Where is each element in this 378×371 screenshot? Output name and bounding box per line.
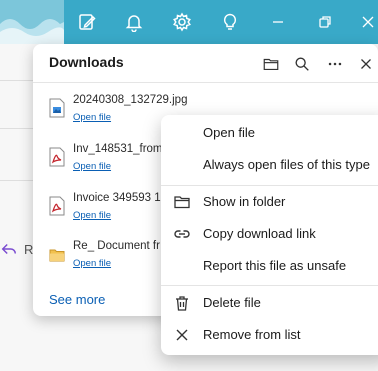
open-file-link[interactable]: Open file [73,258,111,269]
download-filename: Inv_148531_from [73,143,163,155]
menu-item-label: Report this file as unsafe [203,258,347,273]
minimize-icon[interactable] [266,10,290,34]
menu-item-report-unsafe[interactable]: Report this file as unsafe [161,252,378,280]
divider [161,285,378,286]
menu-item-label: Copy download link [203,226,316,241]
more-icon[interactable] [324,53,346,75]
download-context-menu: Open file Always open files of this type… [161,115,378,355]
divider [33,82,378,83]
reply-button[interactable]: R [0,240,33,258]
lightbulb-icon[interactable] [218,10,242,34]
menu-item-label: Delete file [203,295,261,310]
menu-item-remove-from-list[interactable]: Remove from list [161,321,378,349]
pdf-file-icon [49,147,65,167]
download-filename: Re_ Document fr [73,240,160,252]
close-icon [176,329,188,341]
see-more-link[interactable]: See more [49,292,105,307]
download-filename: 20240308_132729.jpg [73,94,188,106]
open-file-link[interactable]: Open file [73,161,111,172]
downloads-title: Downloads [49,54,124,70]
menu-item-show-in-folder[interactable]: Show in folder [161,188,378,216]
window-close-icon[interactable] [356,10,378,34]
browser-top-bar [0,0,378,44]
close-icon[interactable] [355,53,377,75]
menu-item-label: Open file [203,125,256,140]
restore-icon[interactable] [313,10,337,34]
menu-item-copy-link[interactable]: Copy download link [161,220,378,248]
folder-icon [174,196,190,209]
menu-item-label: Show in folder [203,194,286,209]
divider [161,185,378,186]
reply-icon [1,243,17,255]
trash-icon [176,296,188,311]
pdf-file-icon [49,196,65,216]
reply-label: R [24,241,34,257]
menu-item-always-open[interactable]: Always open files of this type [161,151,378,179]
open-file-link[interactable]: Open file [73,112,111,123]
download-filename: Invoice 349593 1 [73,192,161,204]
edit-icon[interactable] [75,10,99,34]
link-icon [174,230,190,238]
menu-item-label: Remove from list [203,327,301,342]
open-file-link[interactable]: Open file [73,210,111,221]
menu-item-label: Always open files of this type [203,157,370,172]
search-icon[interactable] [291,53,313,75]
image-file-icon [49,98,65,118]
open-folder-icon[interactable] [260,53,282,75]
folder-file-icon [49,249,65,262]
gear-icon[interactable] [170,10,194,34]
menu-item-delete-file[interactable]: Delete file [161,289,378,317]
menu-item-open-file[interactable]: Open file [161,119,378,147]
bell-icon[interactable] [122,10,146,34]
theme-wave-decoration [0,0,64,44]
